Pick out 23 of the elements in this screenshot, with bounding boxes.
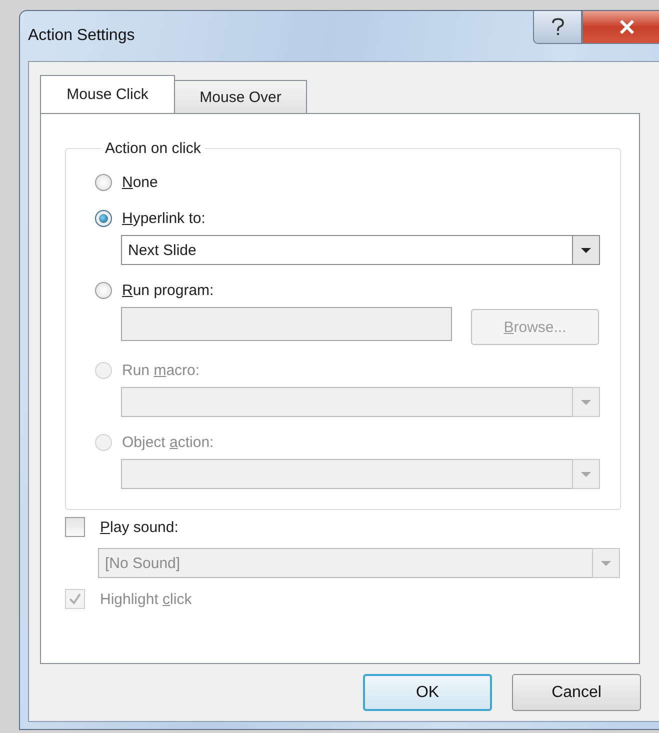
radio-button[interactable] <box>95 174 112 190</box>
tab[interactable]: Mouse Click <box>40 75 175 113</box>
radio-label: Object action: <box>122 434 214 450</box>
checkbox-label: Highlight click <box>100 590 192 608</box>
close-icon <box>619 20 635 34</box>
ok-button[interactable]: OK <box>363 674 492 711</box>
radio-label: Run macro: <box>122 362 200 378</box>
radio-label: None <box>122 174 158 190</box>
help-icon <box>550 18 564 36</box>
tab[interactable]: Mouse Over <box>174 80 307 113</box>
dropdown[interactable]: Next Slide <box>121 235 600 265</box>
cancel-button[interactable]: Cancel <box>512 674 641 711</box>
radio-button[interactable] <box>95 282 112 298</box>
group-label: Action on click <box>104 140 202 157</box>
window-title: Action Settings <box>28 27 135 45</box>
checkbox-label: Play sound: <box>100 518 178 536</box>
help-button[interactable] <box>533 11 582 44</box>
close-button[interactable] <box>582 11 659 44</box>
check-icon <box>68 592 82 606</box>
radio-label: Run program: <box>122 282 214 298</box>
radio-button[interactable] <box>95 210 112 226</box>
radio-label: Hyperlink to: <box>122 210 206 226</box>
checkbox[interactable] <box>65 517 85 537</box>
